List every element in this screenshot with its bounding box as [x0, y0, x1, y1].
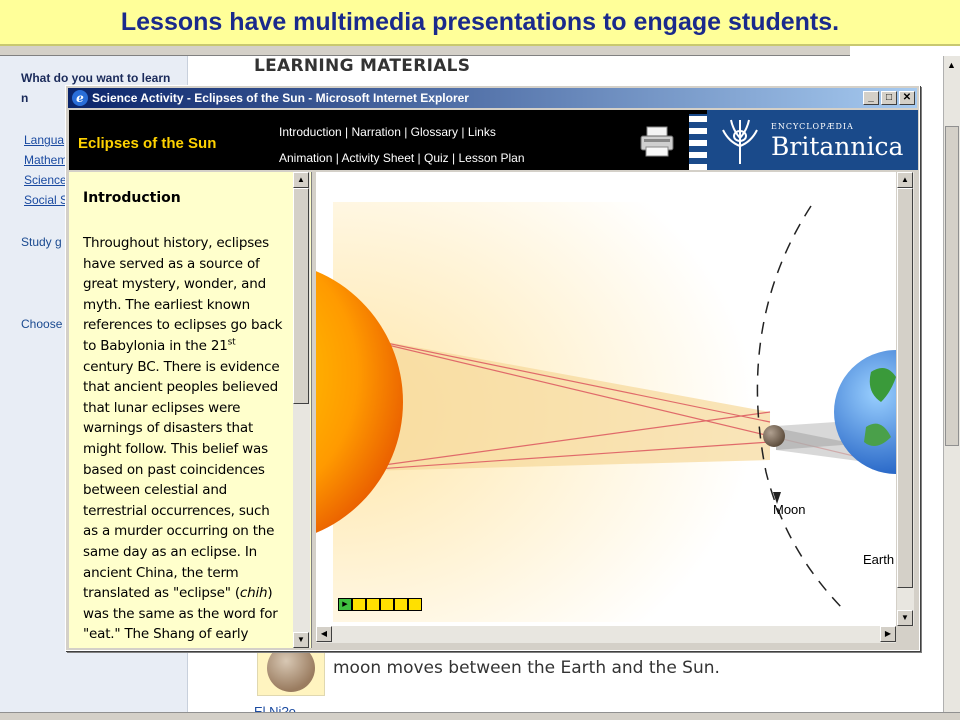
nav-row-1: Introduction | Narration | Glossary | Li…: [279, 125, 496, 139]
close-button[interactable]: ✕: [899, 91, 915, 105]
nav-separator: |: [400, 125, 411, 139]
window-title: Science Activity - Eclipses of the Sun -…: [92, 91, 469, 105]
background-bottom-bar: [0, 712, 960, 720]
brand-name: Britannica: [771, 132, 904, 161]
eclipse-animation: Moon Earth ▶: [316, 172, 896, 626]
nav-separator: |: [332, 151, 342, 165]
section-title: Eclipses of the Sun: [78, 135, 217, 152]
subject-links: Langua Mathem Science Social S: [24, 130, 68, 210]
nav-row-2: Animation | Activity Sheet | Quiz | Less…: [279, 151, 525, 165]
activity-header: Eclipses of the Sun Introduction | Narra…: [69, 110, 918, 170]
browser-toolbar-strip: [0, 46, 850, 56]
progress-frame[interactable]: [394, 598, 408, 611]
intro-superscript: st: [227, 337, 236, 348]
nav-animation[interactable]: Animation: [279, 151, 332, 165]
thistle-logo-icon: [722, 119, 758, 164]
checker-pattern: [689, 114, 707, 170]
subject-link-math[interactable]: Mathem: [24, 150, 68, 170]
progress-frame[interactable]: [352, 598, 366, 611]
maximize-button[interactable]: □: [881, 91, 897, 105]
printer-icon[interactable]: [639, 125, 675, 159]
nav-lesson-plan[interactable]: Lesson Plan: [458, 151, 524, 165]
subject-link-social[interactable]: Social S: [24, 190, 68, 210]
moon-image-icon: [267, 644, 315, 692]
scroll-down-arrow-icon[interactable]: ▼: [293, 632, 309, 648]
nav-separator: |: [458, 125, 468, 139]
intro-text: Throughout history, eclipses have served…: [83, 233, 288, 645]
brand-small-text: ENCYCLOPÆDIA: [771, 122, 854, 131]
nav-introduction[interactable]: Introduction: [279, 125, 342, 139]
moon-icon: [763, 425, 785, 447]
nav-activity-sheet[interactable]: Activity Sheet: [342, 151, 415, 165]
intro-text-part1: Throughout history, eclipses have served…: [83, 235, 283, 354]
subject-link-language[interactable]: Langua: [24, 130, 68, 150]
intro-scroll-thumb[interactable]: [293, 188, 309, 404]
play-icon[interactable]: ▶: [338, 598, 352, 611]
eclipse-diagram: [316, 202, 896, 622]
internet-explorer-icon: e: [72, 90, 88, 106]
scroll-up-arrow-icon[interactable]: ▲: [293, 172, 309, 188]
intro-scrollbar[interactable]: ▲ ▼: [293, 172, 310, 648]
nav-narration[interactable]: Narration: [352, 125, 401, 139]
scroll-up-icon[interactable]: ▲: [947, 60, 956, 70]
subject-link-science[interactable]: Science: [24, 170, 68, 190]
moon-label: Moon: [773, 502, 806, 517]
animation-horizontal-scrollbar[interactable]: ◀ ▶: [316, 626, 896, 643]
nav-separator: |: [448, 151, 459, 165]
background-scrollbar[interactable]: ▲: [943, 56, 960, 720]
britannica-logo: ENCYCLOPÆDIA Britannica: [707, 110, 918, 170]
slide-banner: Lessons have multimedia presentations to…: [0, 0, 960, 46]
scroll-down-arrow-icon[interactable]: ▼: [897, 610, 913, 626]
scroll-left-arrow-icon[interactable]: ◀: [316, 626, 332, 642]
slide: What do you want to learn n Langua Mathe…: [0, 0, 960, 720]
progress-frame[interactable]: [380, 598, 394, 611]
minimize-button[interactable]: _: [863, 91, 879, 105]
animation-scroll-thumb[interactable]: [897, 188, 913, 588]
intro-text-part2: century BC. There is evidence that ancie…: [83, 358, 280, 602]
earth-label: Earth: [863, 552, 895, 567]
background-scroll-thumb[interactable]: [945, 126, 959, 446]
nav-separator: |: [341, 125, 352, 139]
background-caption: moon moves between the Earth and the Sun…: [333, 658, 720, 678]
window-titlebar[interactable]: e Science Activity - Eclipses of the Sun…: [68, 88, 917, 108]
intro-italic-word: chih: [239, 585, 268, 602]
slide-heading: Lessons have multimedia presentations to…: [120, 7, 840, 36]
nav-links[interactable]: Links: [468, 125, 496, 139]
scroll-up-arrow-icon[interactable]: ▲: [897, 172, 913, 188]
progress-frame[interactable]: [408, 598, 422, 611]
nav-glossary[interactable]: Glossary: [411, 125, 458, 139]
scroll-right-arrow-icon[interactable]: ▶: [880, 626, 896, 642]
progress-frame[interactable]: [366, 598, 380, 611]
learning-materials-heading: LEARNING MATERIALS: [254, 56, 471, 76]
animation-vertical-scrollbar[interactable]: ▲ ▼: [897, 172, 914, 626]
nav-separator: |: [414, 151, 424, 165]
nav-quiz[interactable]: Quiz: [424, 151, 449, 165]
animation-progress[interactable]: ▶: [338, 598, 422, 611]
intro-heading: Introduction: [83, 190, 181, 206]
introduction-pane: Introduction Throughout history, eclipse…: [69, 172, 312, 648]
ie-popup-window: e Science Activity - Eclipses of the Sun…: [65, 85, 920, 651]
